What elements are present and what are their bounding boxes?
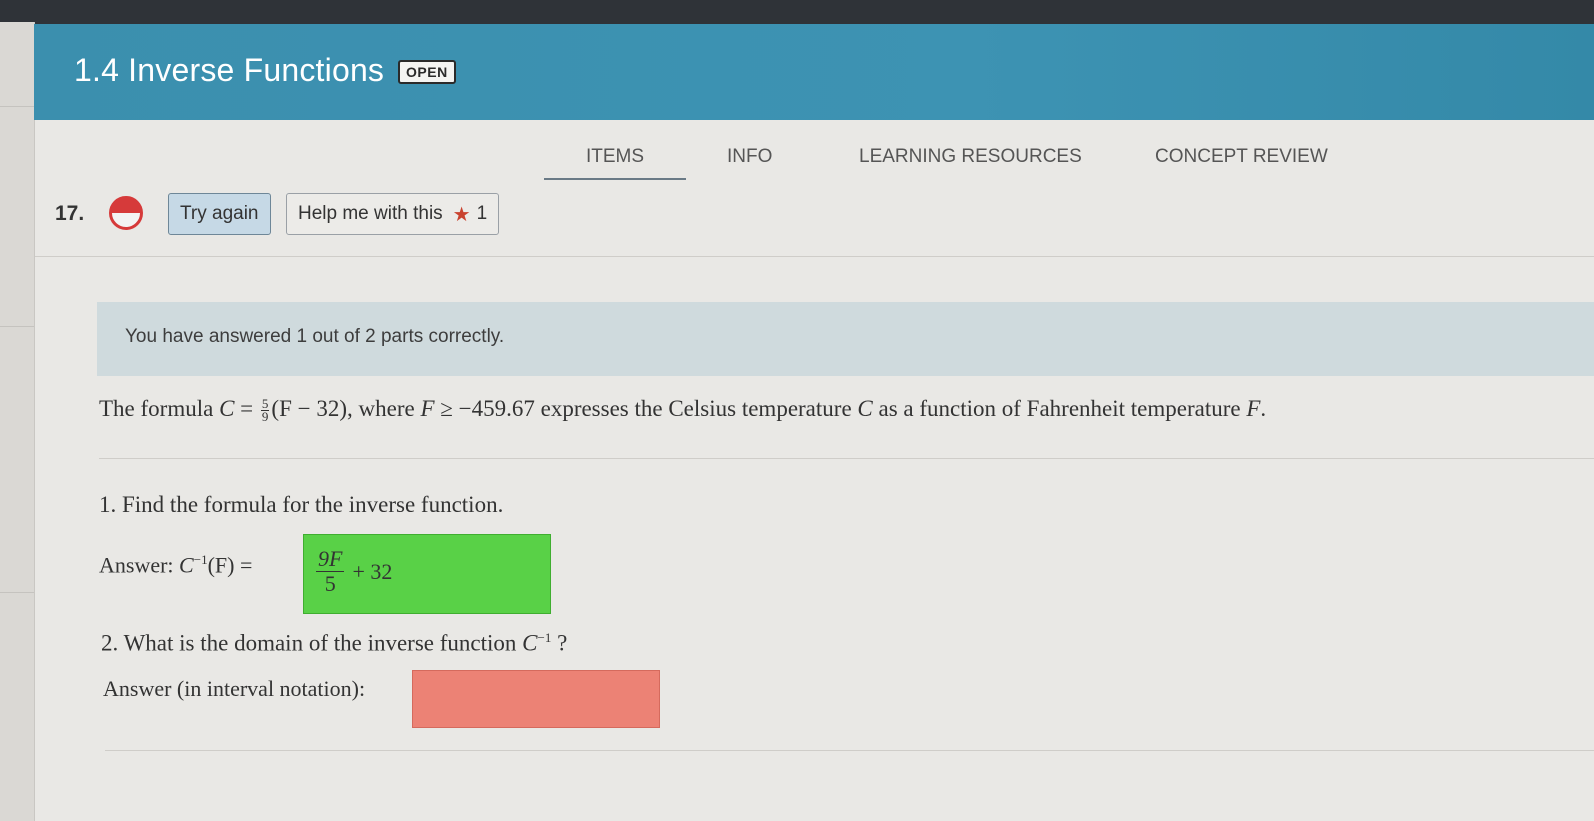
- divider: [99, 458, 1594, 459]
- answer-fraction: 9F 5: [316, 546, 345, 596]
- part1-answer-label: Answer: C−1(F) =: [99, 552, 252, 578]
- part2-text: ?: [551, 630, 568, 656]
- open-status-badge: OPEN: [398, 60, 456, 84]
- math-superscript: −1: [193, 552, 208, 567]
- star-icon: ★: [452, 203, 471, 226]
- math-expression: + 32: [352, 558, 393, 584]
- divider: [35, 256, 1594, 257]
- assignment-header: 1.4 Inverse Functions OPEN: [34, 24, 1594, 120]
- problem-statement: The formula C = 5 9 (F − 32), where F ≥ −4…: [99, 396, 1266, 423]
- math-var: F: [1246, 396, 1261, 421]
- left-sidebar-gutter: [0, 22, 35, 821]
- math-expression: (F − 32): [271, 396, 347, 421]
- help-me-button[interactable]: Help me with this ★ 1: [286, 193, 500, 235]
- part2-question: 2. What is the domain of the inverse fun…: [101, 630, 567, 657]
- problem-text: .: [1260, 396, 1267, 421]
- math-expression: (F) =: [207, 552, 253, 578]
- math-var: F: [420, 396, 435, 421]
- part1-question: 1. Find the formula for the inverse func…: [99, 492, 504, 517]
- math-expression: ≥ −459.67: [434, 396, 535, 421]
- feedback-banner: You have answered 1 out of 2 parts corre…: [97, 302, 1594, 376]
- question-number: 17.: [55, 202, 85, 225]
- tab-concept-review[interactable]: CONCEPT REVIEW: [1155, 146, 1328, 168]
- math-superscript: −1: [537, 630, 552, 645]
- problem-text: , where: [347, 396, 421, 421]
- answer-prefix: Answer:: [99, 552, 180, 578]
- math-var: C: [857, 396, 873, 421]
- tab-bar: ITEMS INFO LEARNING RESOURCES CONCEPT RE…: [35, 120, 1594, 190]
- main-content: ITEMS INFO LEARNING RESOURCES CONCEPT RE…: [35, 120, 1594, 821]
- tab-items[interactable]: ITEMS: [543, 146, 687, 180]
- math-var: C: [522, 630, 538, 656]
- part1-answer-value: 9F 5 + 32: [316, 547, 392, 596]
- half-filled-circle-icon: [109, 196, 143, 230]
- fraction: 59: [260, 397, 270, 425]
- part2-answer-label: Answer (in interval notation):: [103, 676, 366, 701]
- gutter-divider: [0, 326, 34, 327]
- math-var: C: [179, 552, 194, 578]
- gutter-divider: [0, 592, 34, 593]
- fraction-denominator: 9: [261, 409, 269, 425]
- try-again-button[interactable]: Try again: [168, 193, 271, 235]
- help-star-count: 1: [476, 203, 488, 224]
- fraction-numerator: 9F: [316, 546, 345, 572]
- tab-info[interactable]: INFO: [727, 146, 772, 168]
- part1-answer-field-correct[interactable]: 9F 5 + 32: [303, 534, 551, 614]
- problem-text: as a function of Fahrenheit temperature: [872, 396, 1247, 421]
- fraction-denominator: 5: [324, 571, 336, 596]
- assignment-title: 1.4 Inverse Functions: [74, 52, 385, 88]
- problem-text: The formula: [99, 396, 220, 421]
- part2-text: 2. What is the domain of the inverse fun…: [101, 630, 523, 656]
- divider: [105, 750, 1594, 751]
- gutter-divider: [0, 106, 34, 107]
- math-var: C: [219, 396, 235, 421]
- help-me-label: Help me with this: [298, 203, 443, 224]
- part2-answer-field-incorrect[interactable]: [412, 670, 660, 728]
- try-again-label: Try again: [180, 203, 259, 224]
- tab-learning-resources[interactable]: LEARNING RESOURCES: [859, 146, 1082, 168]
- feedback-text: You have answered 1 out of 2 parts corre…: [125, 326, 505, 347]
- problem-text: expresses the Celsius temperature: [534, 396, 858, 421]
- math-op: =: [234, 396, 259, 421]
